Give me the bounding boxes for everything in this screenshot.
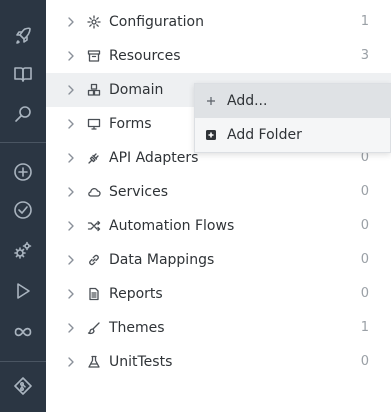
tree-item-label: Themes: [109, 320, 165, 336]
menu-item-add-folder[interactable]: Add Folder: [195, 118, 391, 152]
rail-add-button[interactable]: [0, 155, 46, 189]
rocket-icon: [16, 27, 31, 44]
brush-icon: [87, 321, 101, 335]
rail-search-button[interactable]: [0, 97, 46, 131]
left-nav-rail: [0, 0, 46, 412]
tree-item-themes[interactable]: Themes 1: [46, 311, 391, 345]
book-icon: [14, 67, 32, 82]
archive-icon: [87, 49, 101, 63]
rail-divider-2: [0, 361, 46, 362]
rail-gears-button[interactable]: [0, 233, 46, 267]
context-menu: Add... Add Folder: [194, 83, 391, 153]
tree-item-automation-flows[interactable]: Automation Flows 0: [46, 209, 391, 243]
tree-item-label: Forms: [109, 116, 152, 132]
tree-item-label: Configuration: [109, 14, 204, 30]
plug-icon: [87, 151, 101, 165]
chevron-right-icon[interactable]: [66, 152, 76, 164]
menu-item-label: Add...: [227, 93, 268, 109]
chevron-right-icon[interactable]: [66, 322, 76, 334]
document-icon: [87, 287, 101, 301]
tree-item-unittests[interactable]: UnitTests 0: [46, 345, 391, 379]
infinity-icon: [14, 327, 32, 337]
git-diamond-icon: [14, 377, 32, 395]
tree-item-count: 1: [360, 320, 369, 335]
tree-item-label: Resources: [109, 48, 181, 64]
shuffle-icon: [87, 219, 101, 233]
chevron-right-icon[interactable]: [66, 50, 76, 62]
folder-add-icon: [205, 129, 217, 141]
rail-book-button[interactable]: [0, 57, 46, 91]
chevron-right-icon[interactable]: [66, 356, 76, 368]
add-circle-icon: [14, 163, 32, 181]
tree-item-count: 0: [360, 218, 369, 233]
rail-infinity-button[interactable]: [0, 315, 46, 349]
rail-rocket-button[interactable]: [0, 19, 46, 53]
monitor-icon: [87, 117, 101, 131]
tree-item-services[interactable]: Services 0: [46, 175, 391, 209]
search-icon: [15, 106, 31, 122]
tree-item-label: API Adapters: [109, 150, 199, 166]
cloud-icon: [87, 185, 101, 199]
rail-divider: [0, 142, 46, 143]
tree-item-count: 0: [360, 354, 369, 369]
check-circle-icon: [14, 201, 32, 219]
tree-item-data-mappings[interactable]: Data Mappings 0: [46, 243, 391, 277]
chevron-right-icon[interactable]: [66, 84, 76, 96]
tree-item-label: Automation Flows: [109, 218, 235, 234]
project-tree: Configuration 1 Resources 3 Domain Forms…: [46, 0, 391, 412]
tree-item-count: 3: [360, 48, 369, 63]
gears-icon: [14, 241, 32, 259]
tree-item-label: Services: [109, 184, 169, 200]
tree-item-label: Domain: [109, 82, 164, 98]
tree-item-configuration[interactable]: Configuration 1: [46, 5, 391, 39]
tree-item-count: 1: [360, 14, 369, 29]
tree-item-count: 0: [360, 184, 369, 199]
chevron-right-icon[interactable]: [66, 186, 76, 198]
chevron-right-icon[interactable]: [66, 288, 76, 300]
tree-item-count: 0: [360, 286, 369, 301]
rail-check-button[interactable]: [0, 193, 46, 227]
cubes-icon: [87, 83, 101, 97]
menu-item-label: Add Folder: [227, 127, 302, 143]
chevron-right-icon[interactable]: [66, 220, 76, 232]
chevron-right-icon[interactable]: [66, 16, 76, 28]
chevron-right-icon[interactable]: [66, 254, 76, 266]
tree-item-resources[interactable]: Resources 3: [46, 39, 391, 73]
link-icon: [87, 253, 101, 267]
flask-icon: [87, 355, 101, 369]
plus-icon: [205, 95, 217, 107]
rail-git-button[interactable]: [0, 369, 46, 403]
tree-item-label: Reports: [109, 286, 163, 302]
tree-item-label: UnitTests: [109, 354, 173, 370]
play-icon: [17, 283, 30, 299]
gear-icon: [87, 15, 101, 29]
tree-item-count: 0: [360, 252, 369, 267]
tree-item-label: Data Mappings: [109, 252, 215, 268]
tree-item-reports[interactable]: Reports 0: [46, 277, 391, 311]
chevron-right-icon[interactable]: [66, 118, 76, 130]
menu-item-add[interactable]: Add...: [195, 84, 391, 118]
rail-play-button[interactable]: [0, 274, 46, 308]
